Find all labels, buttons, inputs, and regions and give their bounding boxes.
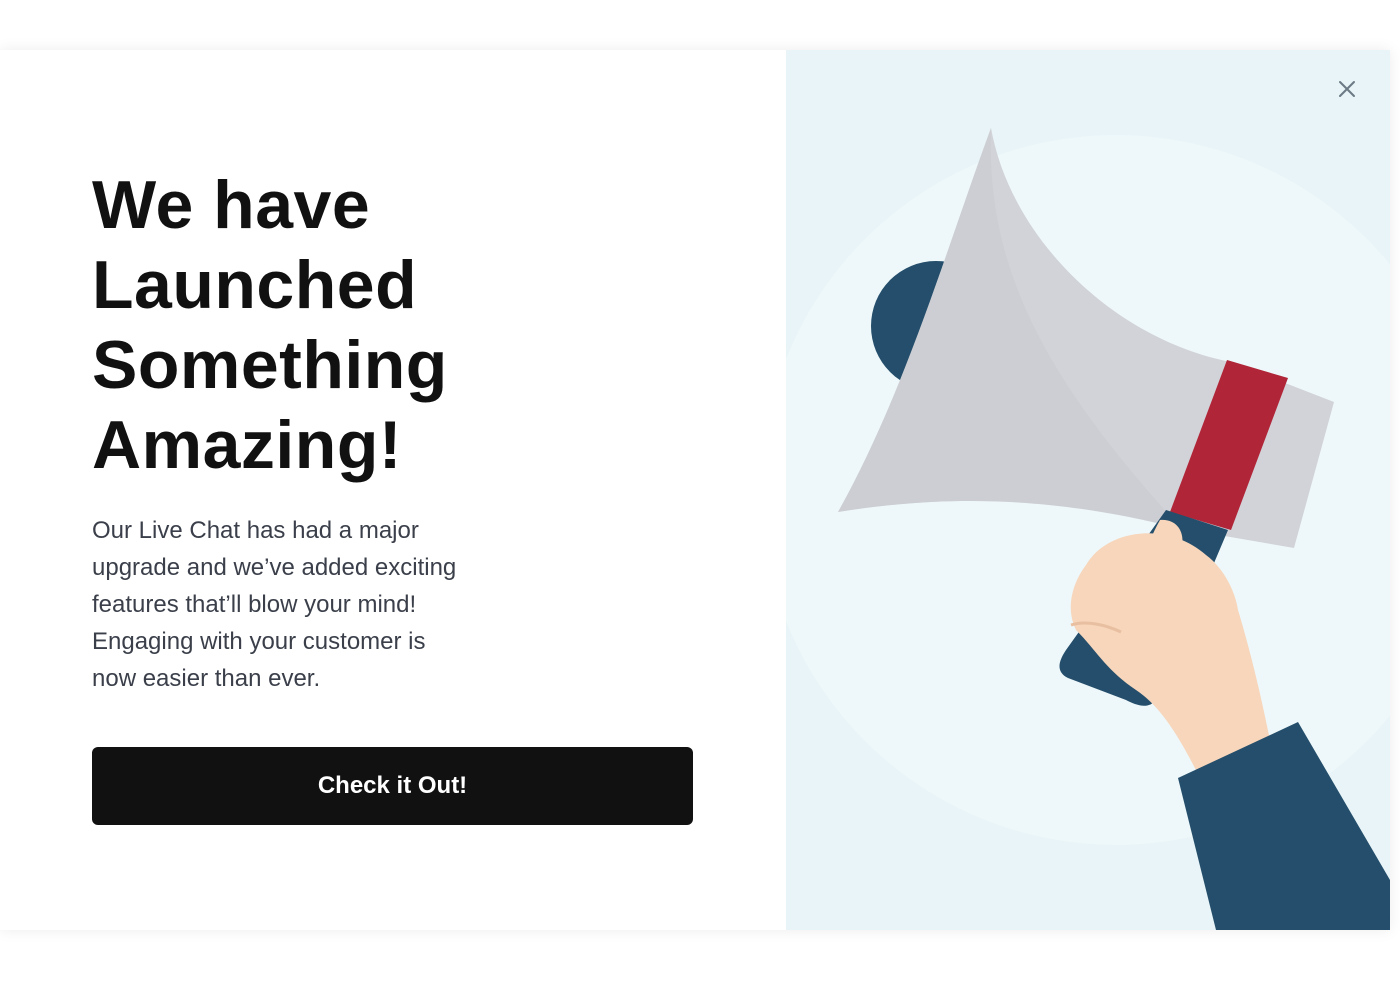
headline-line: Something: [92, 327, 448, 403]
description-line: Our Live Chat has had a major: [92, 517, 419, 544]
illustration-panel: [786, 50, 1390, 930]
headline-line: Launched: [92, 247, 418, 323]
content-panel: We have Launched Something Amazing! Our …: [0, 50, 786, 930]
close-button[interactable]: [1332, 74, 1362, 104]
close-icon: [1339, 81, 1355, 97]
description: Our Live Chat has had a major upgrade an…: [92, 512, 552, 697]
check-it-out-button[interactable]: Check it Out!: [92, 747, 693, 825]
megaphone-icon: [786, 128, 1390, 930]
description-line: Engaging with your customer is: [92, 628, 426, 655]
headline-line: Amazing!: [92, 407, 402, 483]
headline-line: We have: [92, 167, 371, 243]
description-line: features that’ll blow your mind!: [92, 591, 417, 618]
headline: We have Launched Something Amazing!: [92, 165, 692, 485]
description-line: upgrade and we’ve added exciting: [92, 554, 457, 581]
description-line: now easier than ever.: [92, 665, 321, 692]
announcement-modal: We have Launched Something Amazing! Our …: [0, 50, 1390, 930]
